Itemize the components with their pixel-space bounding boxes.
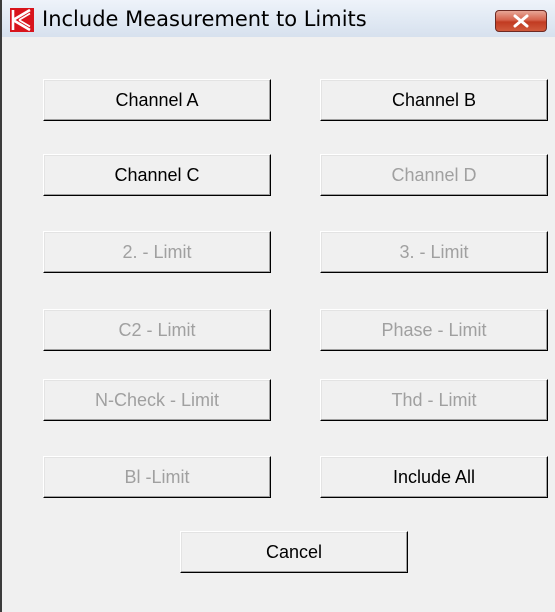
include-all-button[interactable]: Include All (320, 456, 548, 498)
limit-3-button: 3. - Limit (320, 231, 548, 273)
channel-a-button[interactable]: Channel A (43, 79, 271, 121)
close-button[interactable] (495, 10, 547, 32)
ncheck-limit-button: N-Check - Limit (43, 379, 271, 421)
c2-limit-button: C2 - Limit (43, 309, 271, 351)
dialog-window: Include Measurement to Limits Channel A … (0, 0, 555, 612)
window-title: Include Measurement to Limits (42, 7, 367, 31)
thd-limit-button: Thd - Limit (320, 379, 548, 421)
channel-b-button[interactable]: Channel B (320, 79, 548, 121)
bl-limit-button: Bl -Limit (43, 456, 271, 498)
limit-2-button: 2. - Limit (43, 231, 271, 273)
close-icon (513, 14, 529, 28)
app-logo-icon (10, 8, 34, 32)
channel-c-button[interactable]: Channel C (43, 154, 271, 196)
cancel-button[interactable]: Cancel (180, 531, 408, 573)
channel-d-button: Channel D (320, 154, 548, 196)
title-bar[interactable]: Include Measurement to Limits (2, 0, 555, 37)
phase-limit-button: Phase - Limit (320, 309, 548, 351)
dialog-body: Channel A Channel B Channel C Channel D … (2, 37, 555, 612)
